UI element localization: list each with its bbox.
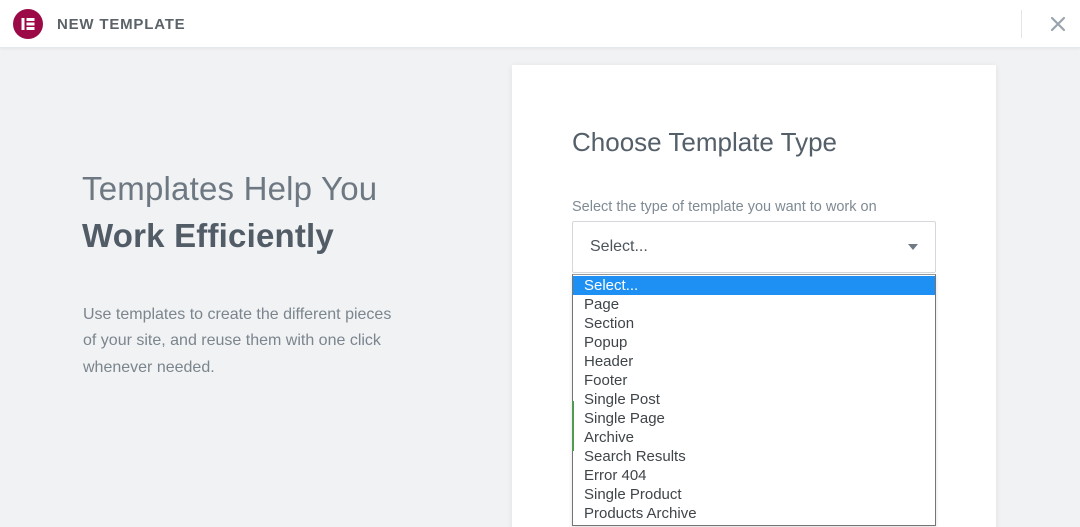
dropdown-option[interactable]: Header [573,352,935,371]
dropdown-option[interactable]: Popup [573,333,935,352]
dropdown-option[interactable]: Products Archive [573,504,935,523]
brand: NEW TEMPLATE [13,8,185,40]
dropdown-option[interactable]: Select... [573,276,935,295]
template-type-select[interactable]: Select... [572,221,936,273]
dropdown-option[interactable]: Archive [573,428,935,447]
card-heading: Choose Template Type [572,127,837,157]
divider [1021,9,1022,38]
page-title: NEW TEMPLATE [57,15,186,33]
new-template-modal: NEW TEMPLATE Templates Help You Work Eff… [0,0,1080,527]
dropdown-option[interactable]: Page [573,295,935,314]
template-type-dropdown[interactable]: Select... Page Section Popup Header Footer Sin… [572,274,936,526]
promo-headline: Templates Help You Work Efficiently [82,168,482,257]
close-icon [1050,16,1066,31]
elementor-logo-icon [13,9,43,39]
dropdown-option[interactable]: Error 404 [573,466,935,485]
dropdown-option[interactable]: Search Results [573,447,935,466]
dropdown-option[interactable]: Section [573,314,935,333]
template-type-select-value: Select... [590,238,648,255]
dropdown-option[interactable]: Single Page [573,409,935,428]
dropdown-option[interactable]: Single Product [573,485,935,504]
dropdown-option[interactable]: Single Post [573,390,935,409]
modal-body: Templates Help You Work Efficiently Use … [0,47,1080,527]
chevron-down-icon [908,244,918,250]
template-type-label: Select the type of template you want to … [572,199,877,215]
topbar-actions [1021,0,1080,47]
close-button[interactable] [1036,0,1080,47]
promo-headline-line-1: Templates Help You [82,170,378,207]
promo-headline-line-2: Work Efficiently [82,217,334,255]
template-type-select-wrapper: Select... Select... Page Section Popup Heade… [572,221,936,526]
template-type-card: Choose Template Type Select the type of … [512,65,996,527]
promo-body-text: Use templates to create the different pi… [83,306,392,376]
topbar: NEW TEMPLATE [0,0,1080,48]
promo-pane: Templates Help You Work Efficiently Use … [0,47,512,527]
dropdown-option[interactable]: Footer [573,371,935,390]
